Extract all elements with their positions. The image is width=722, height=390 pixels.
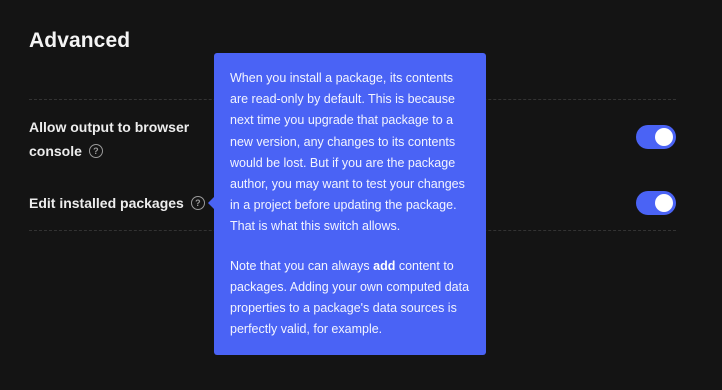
- tooltip-text: Note that you can always: [230, 258, 374, 273]
- setting-label-line1: Allow output to browser: [29, 119, 190, 135]
- setting-label-edit-packages: Edit installed packages?: [29, 191, 205, 215]
- setting-label: Edit installed packages: [29, 195, 184, 211]
- toggle-browser-console[interactable]: [636, 125, 676, 149]
- tooltip-paragraph-2: Note that you can always add content to …: [230, 256, 472, 341]
- setting-label-line2: console: [29, 143, 82, 159]
- toggle-knob: [655, 194, 673, 212]
- question-circle-icon[interactable]: ?: [190, 196, 205, 211]
- toggle-edit-packages[interactable]: [636, 191, 676, 215]
- tooltip-emphasis: add: [373, 258, 396, 273]
- toggle-knob: [655, 128, 673, 146]
- help-tooltip: When you install a package, its contents…: [214, 53, 486, 355]
- setting-label-browser-console: Allow output to browser console?: [29, 115, 189, 163]
- tooltip-paragraph-1: When you install a package, its contents…: [230, 71, 465, 234]
- section-title: Advanced: [29, 29, 131, 52]
- question-circle-icon[interactable]: ?: [88, 144, 103, 159]
